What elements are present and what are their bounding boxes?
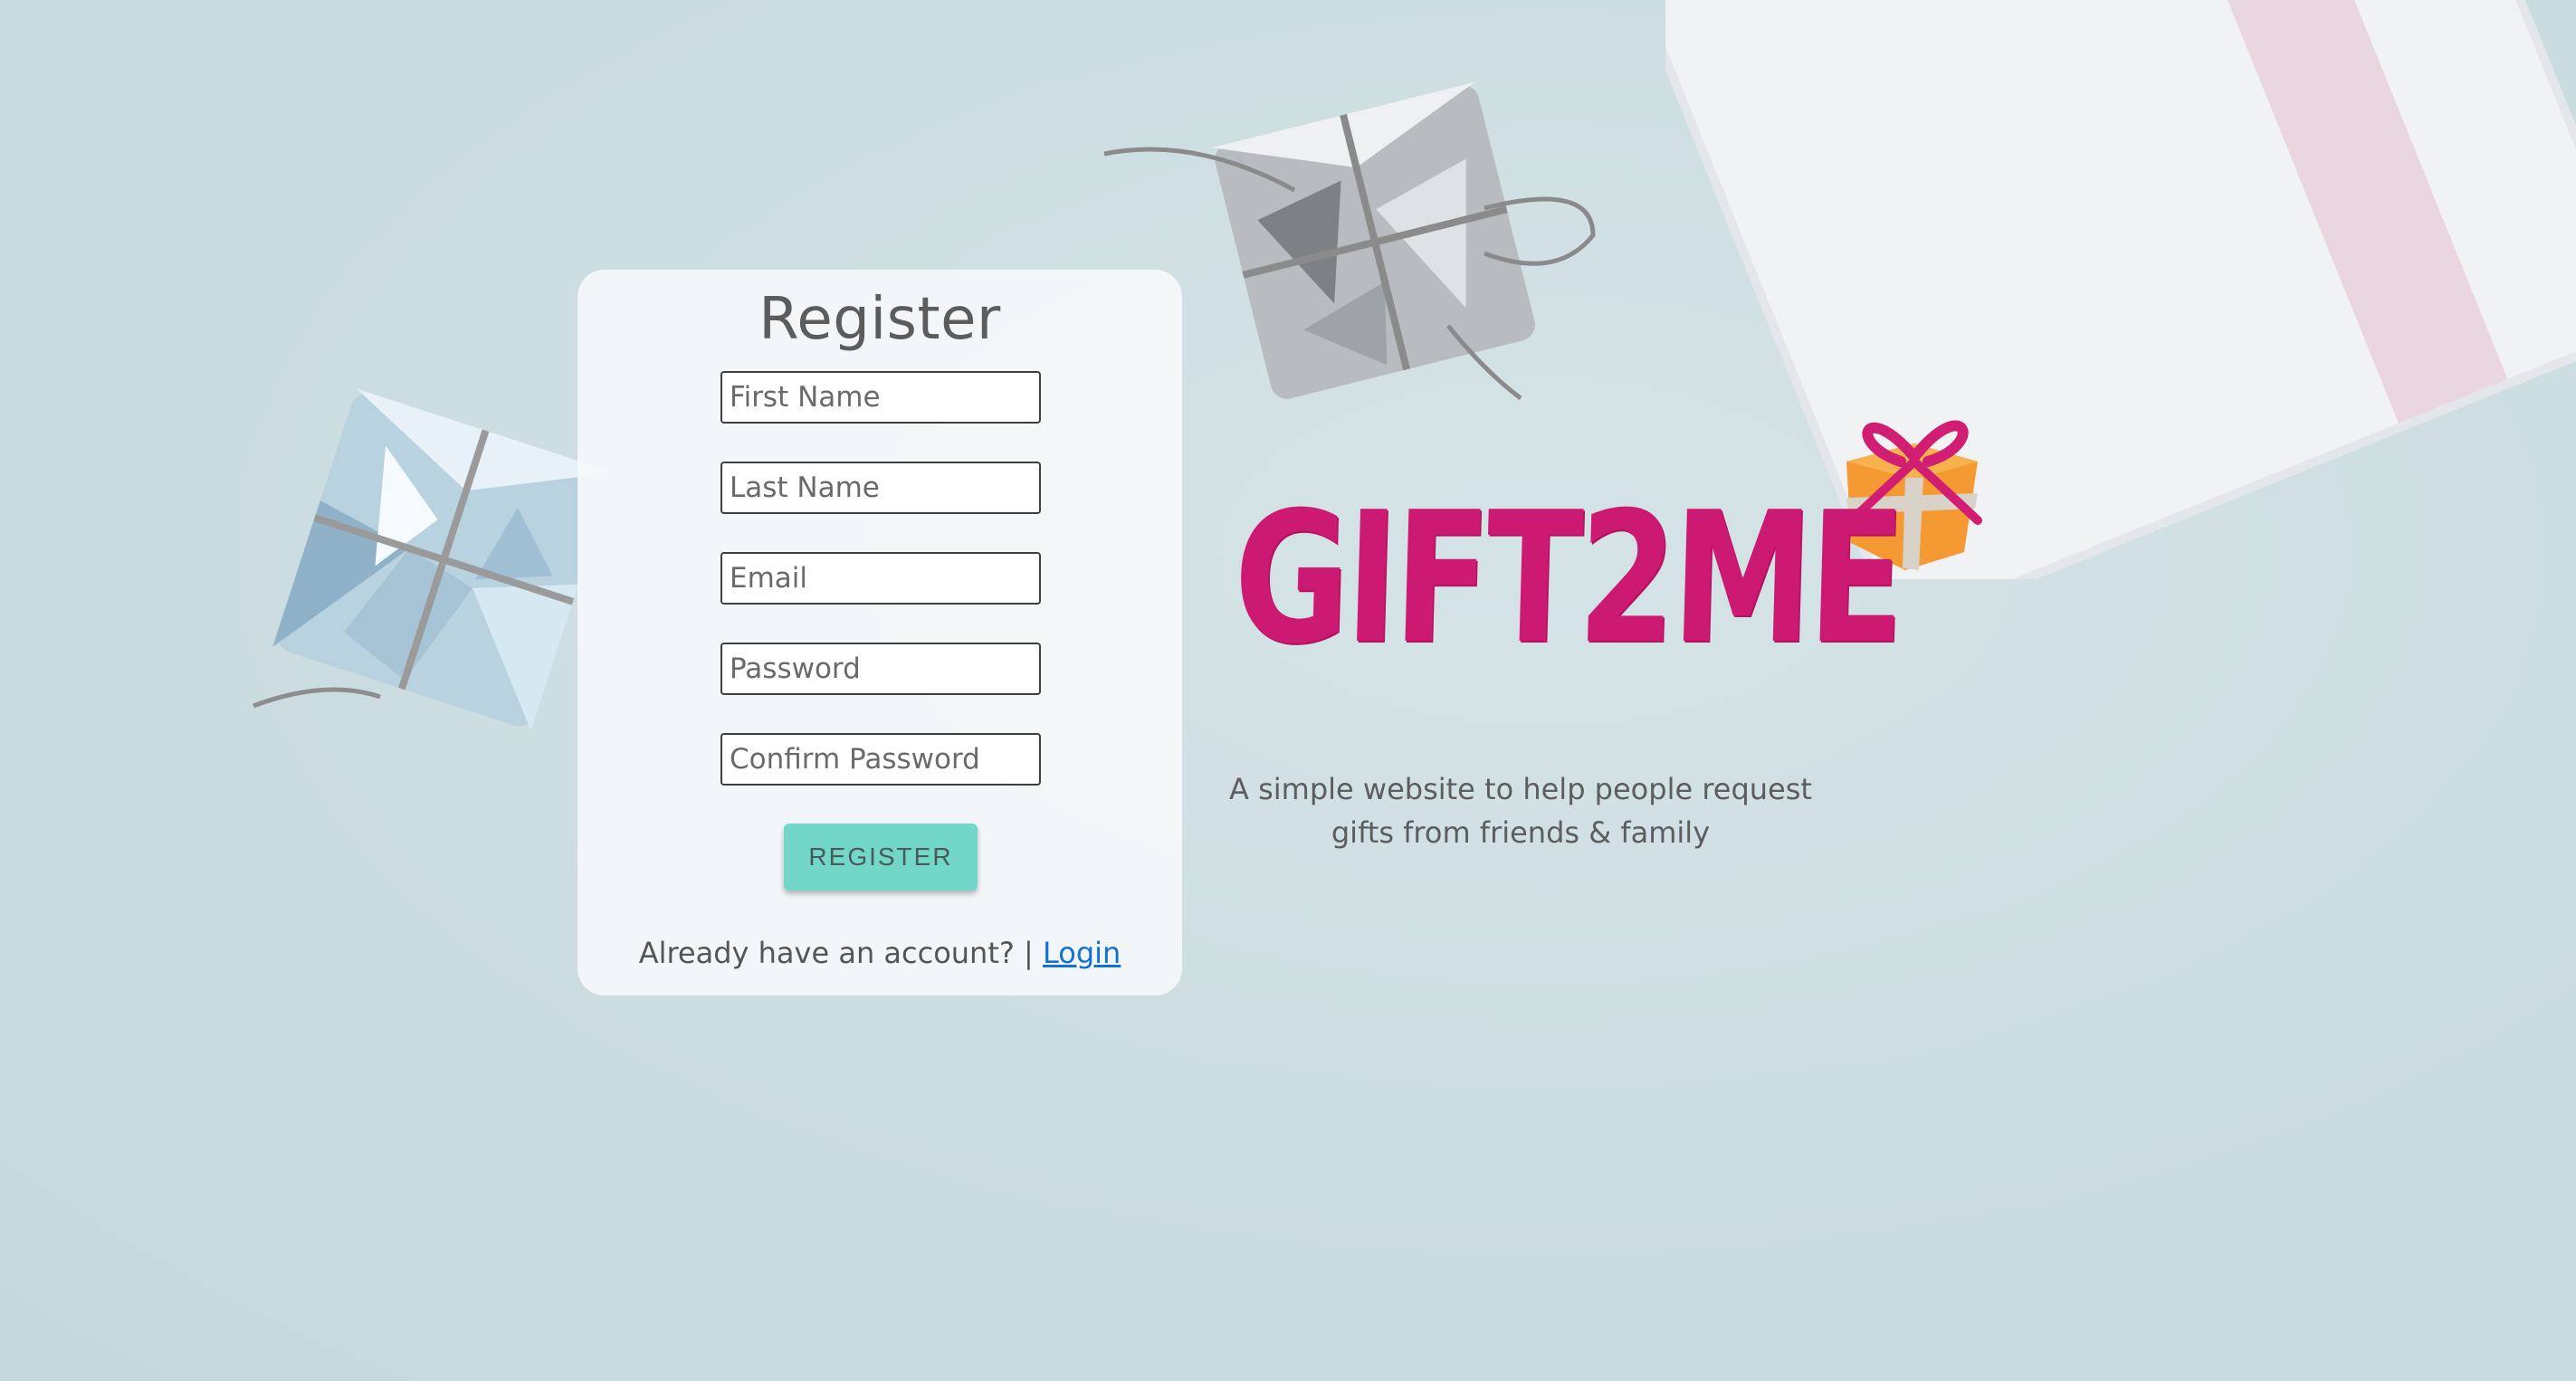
account-prompt-text: Already have an account? |: [638, 936, 1043, 970]
register-button[interactable]: REGISTER: [784, 824, 978, 891]
page-background: Register REGISTER Already have an accoun…: [0, 0, 2576, 1381]
confirm-password-input[interactable]: [720, 733, 1041, 786]
email-input[interactable]: [720, 552, 1041, 605]
tagline-line-1: A simple website to help people request: [1229, 772, 1812, 806]
tagline-line-2: gifts from friends & family: [1331, 815, 1711, 850]
brand-logo-text: GIFT2ME: [1231, 473, 1904, 684]
last-name-input[interactable]: [720, 462, 1041, 514]
login-link[interactable]: Login: [1043, 936, 1121, 970]
password-input[interactable]: [720, 643, 1041, 695]
login-prompt: Already have an account? | Login: [577, 936, 1182, 970]
register-title: Register: [758, 286, 1001, 353]
tagline: A simple website to help people request …: [1213, 767, 1828, 854]
first-name-input[interactable]: [720, 371, 1041, 424]
register-card: Register REGISTER Already have an accoun…: [577, 270, 1182, 995]
